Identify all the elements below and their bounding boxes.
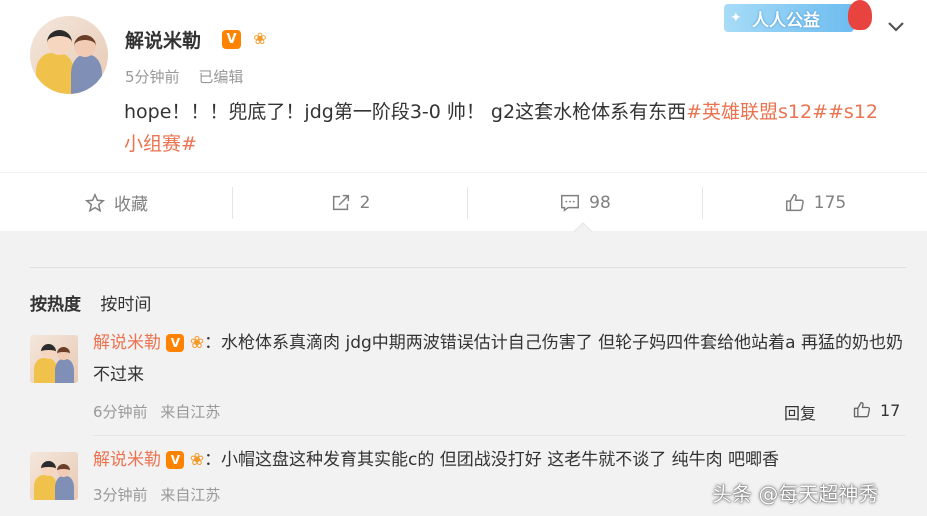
- toutiao-watermark: 头条 @每天超神秀: [712, 482, 879, 506]
- share-count: 2: [359, 192, 371, 213]
- verified-v-badge: V: [166, 334, 185, 352]
- verified-v-badge: V: [222, 30, 241, 49]
- favorite-label: 收藏: [114, 195, 148, 215]
- charity-promo-badge[interactable]: ✦ 人人公益: [724, 0, 874, 36]
- verified-v-badge: V: [166, 451, 185, 469]
- weibo-post-card: 解说米勒 V ❀ 5分钟前 已编辑 hope！！！兜底了！jdg第一阶段3-0 …: [0, 0, 927, 231]
- favorite-button[interactable]: 收藏: [0, 173, 232, 232]
- chevron-down-icon[interactable]: [884, 14, 908, 38]
- author-avatar[interactable]: [30, 16, 108, 94]
- comment-location: 来自江苏: [160, 403, 221, 421]
- comment-like-count: 17: [880, 400, 901, 420]
- sort-by-time[interactable]: 按时间: [100, 295, 151, 315]
- comment-body: ：水枪体系真滴肉 jdg中期两波错误估计自己伤害了 但轮子妈四件套给他站着a 再…: [93, 333, 903, 385]
- comment-meta: 3分钟前 来自江苏: [93, 484, 228, 505]
- like-button[interactable]: 175: [703, 173, 927, 232]
- sort-by-hot[interactable]: 按热度: [30, 295, 81, 315]
- promo-label: 人人公益: [752, 11, 820, 31]
- post-time: 5分钟前: [125, 68, 180, 86]
- flame-badge-icon: ❀: [189, 333, 205, 353]
- share-icon: [332, 194, 349, 210]
- comment-divider: [93, 435, 906, 436]
- post-content: hope！！！兜底了！jdg第一阶段3-0 帅！ g2这套水枪体系有东西#英雄联…: [124, 96, 884, 160]
- reply-button[interactable]: 回复: [784, 400, 816, 424]
- comment-sort-bar: 按热度 按时间: [30, 267, 906, 315]
- comment-avatar[interactable]: [30, 335, 78, 383]
- thumbs-up-icon: [853, 401, 871, 418]
- sparkle-icon: ✦: [730, 10, 742, 26]
- flame-badge-icon: ❀: [189, 450, 205, 470]
- comment-username[interactable]: 解说米勒: [93, 333, 161, 353]
- comment-username[interactable]: 解说米勒: [93, 450, 161, 470]
- comment-body: ：小帽这盘这种发育其实能c的 但团战没打好 这老牛就不谈了 纯牛肉 吧唧香: [204, 450, 780, 470]
- post-text: hope！！！兜底了！jdg第一阶段3-0 帅！ g2这套水枪体系有东西: [124, 101, 687, 123]
- like-count: 175: [813, 192, 847, 213]
- comment-icon: [561, 194, 580, 212]
- edited-label: 已编辑: [198, 68, 244, 86]
- action-bar: 收藏 2 98 175: [0, 172, 927, 231]
- comment-time: 6分钟前: [93, 403, 148, 421]
- post-meta: 5分钟前 已编辑: [125, 66, 257, 87]
- thumbs-up-icon: [785, 193, 804, 211]
- hashtag-lol-s12[interactable]: #英雄联盟s12#: [686, 101, 828, 123]
- mascot-icon: [848, 0, 872, 30]
- comment-location: 来自江苏: [160, 486, 221, 504]
- flame-badge-icon: ❀: [253, 29, 267, 48]
- comment-count: 98: [589, 192, 611, 213]
- author-name[interactable]: 解说米勒: [125, 26, 201, 53]
- comment-time: 3分钟前: [93, 486, 148, 504]
- comment-like-button[interactable]: 17: [852, 400, 900, 420]
- comment-text: 解说米勒 V ❀：小帽这盘这种发育其实能c的 但团战没打好 这老牛就不谈了 纯牛…: [93, 444, 903, 476]
- comment-avatar[interactable]: [30, 452, 78, 500]
- share-button[interactable]: 2: [233, 173, 467, 232]
- comment-text: 解说米勒 V ❀：水枪体系真滴肉 jdg中期两波错误估计自己伤害了 但轮子妈四件…: [93, 327, 903, 391]
- star-outline-icon: [84, 192, 106, 212]
- comment-meta: 6分钟前 来自江苏: [93, 401, 228, 422]
